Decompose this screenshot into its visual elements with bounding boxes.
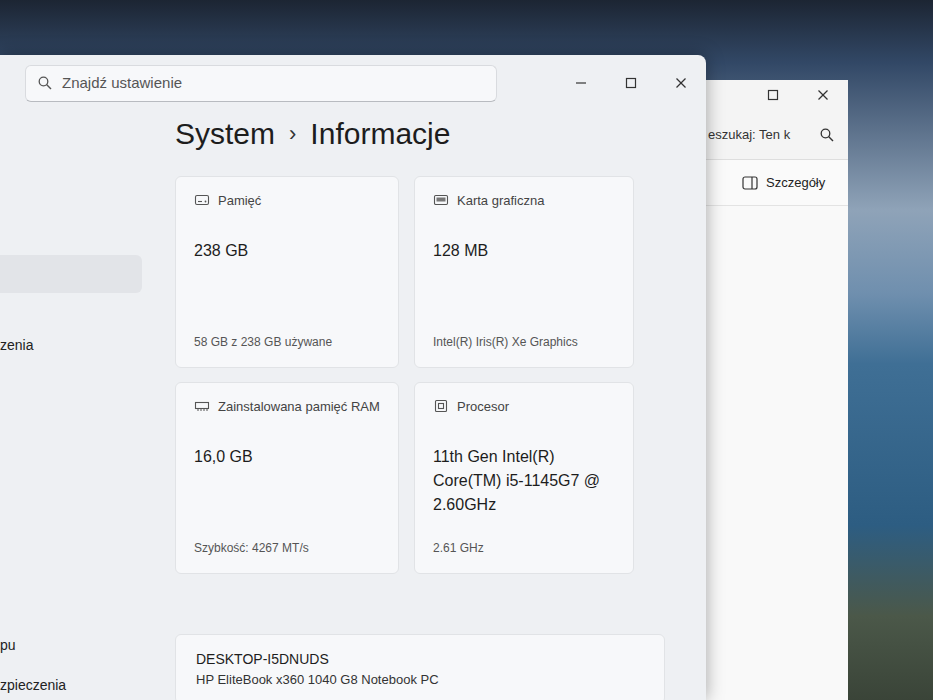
card-value: 128 MB [433, 239, 615, 263]
maximize-button[interactable] [748, 80, 798, 110]
details-label[interactable]: Szczegóły [766, 173, 825, 193]
close-icon [817, 89, 829, 101]
card-detail: 58 GB z 238 GB używane [194, 323, 380, 351]
explorer-window: eszukaj: Ten k Szczegóły [706, 80, 848, 700]
search-placeholder[interactable]: eszukaj: Ten k [708, 125, 814, 145]
spec-card: Pamięć 238 GB 58 GB z 238 GB używane [175, 176, 399, 368]
breadcrumb-current: Informacje [310, 114, 450, 154]
sidebar-item[interactable] [0, 255, 142, 293]
spec-card: Procesor 11th Gen Intel(R) Core(TM) i5-11… [414, 382, 634, 574]
device-name: DESKTOP-I5DNUDS [196, 649, 644, 670]
settings-search-input[interactable] [62, 72, 484, 95]
memory-icon [194, 398, 210, 414]
breadcrumb: System›Informacje [175, 114, 706, 154]
explorer-search-box[interactable]: eszukaj: Ten k [706, 110, 848, 160]
search-icon [38, 76, 52, 90]
explorer-title-bar [706, 80, 848, 110]
card-detail: Szybkość: 4267 MT/s [194, 529, 380, 557]
close-button[interactable] [656, 68, 706, 98]
breadcrumb-parent[interactable]: System [175, 114, 275, 154]
details-pane-icon [742, 176, 758, 190]
drive-icon [194, 192, 210, 208]
settings-title-bar [0, 55, 706, 106]
card-label: Procesor [457, 397, 509, 417]
settings-content: System›Informacje Pamięć 238 GB 58 GB z 238… [142, 106, 706, 700]
sidebar-item[interactable]: zenia [0, 331, 142, 359]
card-label: Karta graficzna [457, 191, 544, 211]
minimize-button[interactable] [556, 68, 606, 98]
breadcrumb-separator: › [275, 114, 310, 154]
spec-card: Zainstalowana pamięć RAM 16,0 GB Szybkość:… [175, 382, 399, 574]
card-label: Pamięć [218, 191, 261, 211]
sidebar-item[interactable]: zpieczenia [0, 672, 142, 700]
close-icon [675, 77, 687, 89]
settings-body: zenia pu zpieczenia System›Informacje Pamięć… [0, 106, 706, 700]
maximize-icon [767, 89, 779, 101]
card-value: 16,0 GB [194, 445, 380, 469]
sidebar-item-label[interactable]: pu [0, 635, 16, 656]
close-button[interactable] [798, 80, 848, 110]
settings-search-box[interactable] [25, 65, 497, 102]
card-detail: 2.61 GHz [433, 529, 615, 557]
device-card: DESKTOP-I5DNUDSHP EliteBook x360 1040 G8… [175, 634, 665, 700]
device-model: HP EliteBook x360 1040 G8 Notebook PC [196, 670, 644, 690]
card-detail: Intel(R) Iris(R) Xe Graphics [433, 323, 615, 351]
maximize-button[interactable] [606, 68, 656, 98]
sidebar-item-label[interactable]: zpieczenia [0, 675, 66, 696]
card-value: 11th Gen Intel(R) Core(TM) i5-1145G7 @ 2… [433, 445, 615, 517]
sidebar-item[interactable]: pu [0, 631, 142, 659]
search-icon [820, 128, 834, 142]
sidebar-item-label[interactable]: zenia [0, 335, 33, 356]
minimize-icon [575, 77, 587, 89]
sidebar: zenia pu zpieczenia [0, 106, 142, 700]
card-value: 238 GB [194, 239, 380, 263]
spec-cards: Pamięć 238 GB 58 GB z 238 GB używane Karta … [175, 176, 706, 574]
processor-icon [433, 398, 449, 414]
details-button[interactable]: Szczegóły [706, 160, 848, 206]
explorer-content [706, 206, 848, 700]
maximize-icon [625, 77, 637, 89]
card-label: Zainstalowana pamięć RAM [218, 397, 380, 417]
settings-window: zenia pu zpieczenia System›Informacje Pamięć… [0, 55, 706, 700]
display-icon [433, 192, 449, 208]
spec-card: Karta graficzna 128 MB Intel(R) Iris(R) Xe… [414, 176, 634, 368]
